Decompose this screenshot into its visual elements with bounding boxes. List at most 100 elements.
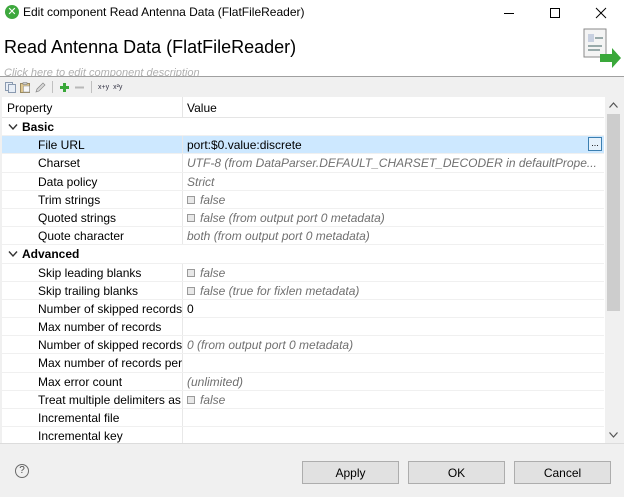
property-row[interactable]: Number of skipped records 0: [2, 299, 604, 319]
scrollbar-thumb[interactable]: [607, 114, 620, 311]
chevron-up-icon: [609, 102, 618, 108]
close-button[interactable]: [578, 0, 624, 26]
property-name: Number of skipped records: [38, 338, 182, 353]
column-divider: [182, 172, 183, 190]
checkbox-icon[interactable]: [187, 268, 195, 277]
checkbox-icon[interactable]: [187, 195, 195, 204]
checkbox-icon[interactable]: [187, 395, 195, 404]
copy-icon: [5, 81, 16, 93]
column-divider[interactable]: [182, 97, 183, 118]
property-row[interactable]: Max number of records per: [2, 354, 604, 373]
add-property-button[interactable]: [58, 81, 71, 94]
property-row[interactable]: Trim strings false: [2, 190, 604, 209]
property-value-text: (unlimited): [187, 374, 244, 389]
property-row[interactable]: Max error count (unlimited): [2, 372, 604, 391]
paste-button[interactable]: [19, 81, 32, 94]
property-row[interactable]: Incremental file: [2, 409, 604, 428]
formula-button[interactable]: x²y: [112, 81, 123, 94]
column-divider: [182, 354, 183, 372]
property-row[interactable]: Quote character both (from output port 0 …: [2, 227, 604, 246]
property-row[interactable]: Incremental key: [2, 427, 604, 443]
footer-divider: [0, 443, 624, 444]
description-hint[interactable]: Click here to edit component description: [4, 66, 200, 76]
copy-button[interactable]: [4, 81, 17, 94]
property-name: Data policy: [38, 174, 98, 189]
column-divider: [182, 281, 183, 299]
edit-button[interactable]: [34, 81, 47, 94]
property-value[interactable]: Strict: [187, 175, 602, 189]
property-group-row[interactable]: Advanced: [2, 245, 604, 264]
property-group-row[interactable]: Basic: [2, 118, 604, 137]
title-bar: ✕ Edit component Read Antenna Data (Flat…: [0, 0, 624, 26]
remove-icon: [75, 86, 84, 88]
property-group-label: Basic: [22, 120, 55, 134]
property-name: Quoted strings: [38, 210, 117, 225]
expression-button[interactable]: x+y: [97, 81, 110, 94]
column-header-property[interactable]: Property: [7, 101, 52, 115]
checkbox-icon[interactable]: [187, 213, 195, 222]
scroll-down-button[interactable]: [605, 427, 622, 443]
property-name: Charset: [38, 156, 81, 171]
property-value-text: false (true for fixlen metadata): [200, 283, 360, 298]
ok-button[interactable]: OK: [408, 461, 505, 484]
vertical-scrollbar[interactable]: [605, 97, 622, 443]
checkbox-icon[interactable]: [187, 286, 195, 295]
property-toolbar: x+y x²y: [0, 77, 624, 97]
property-value[interactable]: false: [187, 393, 602, 407]
property-value-text: 0 (from output port 0 metadata): [187, 338, 354, 353]
component-title: Read Antenna Data (FlatFileReader): [4, 37, 297, 57]
minimize-button[interactable]: [486, 0, 532, 26]
column-header-value[interactable]: Value: [187, 101, 217, 115]
scroll-up-button[interactable]: [605, 97, 622, 113]
app-icon: ✕: [5, 5, 19, 19]
property-value[interactable]: 0: [187, 302, 602, 316]
property-name: Incremental file: [38, 411, 120, 425]
property-name: Max error count: [38, 374, 123, 389]
property-value[interactable]: 0 (from output port 0 metadata): [187, 338, 602, 352]
apply-button[interactable]: Apply: [302, 461, 399, 484]
remove-property-button[interactable]: [73, 81, 86, 94]
column-divider: [182, 390, 183, 408]
column-divider: [182, 263, 183, 281]
property-value-text: port:$0.value:discrete: [187, 138, 302, 153]
toolbar-separator: [52, 81, 53, 93]
property-row[interactable]: Skip leading blanks false: [2, 263, 604, 282]
property-name: Incremental key: [38, 429, 123, 443]
chevron-down-icon[interactable]: [8, 123, 18, 131]
column-divider: [182, 136, 183, 154]
maximize-button[interactable]: [532, 0, 578, 26]
property-value[interactable]: both (from output port 0 metadata): [187, 229, 602, 243]
property-value[interactable]: (unlimited): [187, 375, 602, 389]
property-value[interactable]: false: [187, 193, 602, 207]
property-row[interactable]: File URL port:$0.value:discrete...: [2, 136, 604, 155]
close-icon: [595, 7, 607, 19]
property-row[interactable]: Data policy Strict: [2, 172, 604, 191]
property-value[interactable]: false: [187, 266, 602, 280]
help-icon[interactable]: ?: [15, 464, 29, 478]
property-row[interactable]: Number of skipped records 0 (from output …: [2, 336, 604, 355]
edit-icon: [35, 82, 46, 93]
paste-icon: [20, 81, 30, 93]
column-divider: [182, 409, 183, 427]
property-name: Quote character: [38, 229, 125, 244]
property-row[interactable]: Skip trailing blanks false (true for fixl…: [2, 281, 604, 300]
property-name: Max number of records per: [38, 356, 182, 371]
chevron-down-icon[interactable]: [8, 250, 18, 258]
property-value[interactable]: false (from output port 0 metadata): [187, 211, 602, 225]
property-row[interactable]: Quoted strings false (from output port 0 …: [2, 208, 604, 228]
browse-button[interactable]: ...: [588, 137, 602, 152]
property-value[interactable]: false (true for fixlen metadata): [187, 284, 602, 298]
table-header: Property Value: [2, 97, 604, 118]
property-row[interactable]: Max number of records: [2, 318, 604, 337]
file-reader-icon: [583, 28, 621, 68]
property-row[interactable]: Charset UTF-8 (from DataParser.DEFAULT_CH…: [2, 154, 604, 173]
property-value[interactable]: UTF-8 (from DataParser.DEFAULT_CHARSET_D…: [187, 156, 602, 170]
property-name: Number of skipped records: [38, 301, 182, 316]
cancel-button[interactable]: Cancel: [514, 461, 611, 484]
property-value-text: false: [200, 392, 226, 407]
table-body: Basic File URL port:$0.value:discrete... Ch…: [2, 118, 604, 443]
property-value[interactable]: port:$0.value:discrete: [187, 138, 602, 152]
property-row[interactable]: Treat multiple delimiters as c false: [2, 390, 604, 409]
column-divider: [182, 190, 183, 208]
column-divider: [182, 299, 183, 318]
